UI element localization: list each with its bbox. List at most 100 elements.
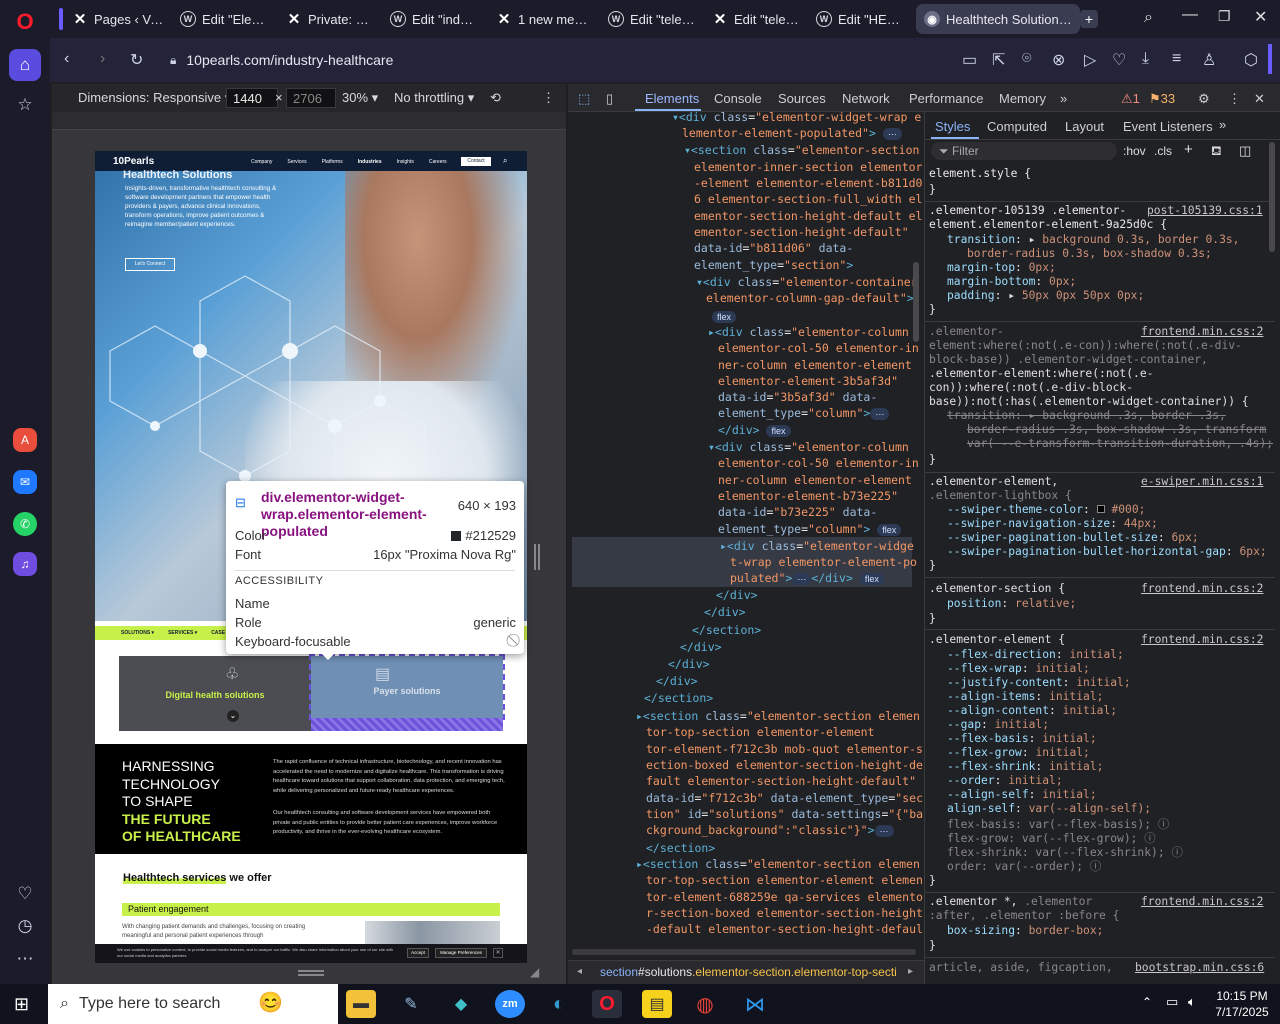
extensions-icon[interactable]: ⬡: [1244, 50, 1258, 70]
edge-icon[interactable]: ◐: [544, 990, 574, 1018]
search-tabs-icon[interactable]: ⌕: [1144, 9, 1153, 27]
minimize-button[interactable]: —: [1182, 6, 1198, 24]
tab-4[interactable]: W Edit "industry-: [382, 4, 488, 34]
history-clock-icon[interactable]: ◷: [9, 910, 41, 942]
tab-5[interactable]: ✕ 1 new message: [488, 4, 596, 34]
tab-2[interactable]: W Edit "Elementor: [172, 4, 278, 34]
contact-button[interactable]: Contact: [461, 157, 491, 166]
music-player-icon[interactable]: ♫: [13, 552, 37, 576]
cookie-close-icon[interactable]: ✕: [493, 948, 503, 958]
issues-badge[interactable]: ⚑33: [1149, 91, 1175, 107]
close-window-button[interactable]: ✕: [1254, 7, 1267, 27]
flow-icon[interactable]: ▷: [1084, 50, 1096, 70]
throttle-dropdown[interactable]: No throttling ▾: [394, 90, 474, 106]
subnav-solutions[interactable]: SOLUTIONS ▾: [121, 626, 154, 640]
nav-careers[interactable]: Careers: [429, 159, 447, 165]
new-tab-button[interactable]: +: [1080, 10, 1098, 28]
horizontal-scrollbar[interactable]: [572, 949, 916, 955]
taskbar-search[interactable]: ⌕ Type here to search: [48, 984, 338, 1024]
home-icon[interactable]: ⌂: [9, 49, 41, 81]
clock[interactable]: 10:15 PM 7/17/2025: [1214, 988, 1270, 1020]
tab-sources[interactable]: Sources: [778, 91, 826, 106]
media-query-ruler[interactable]: [52, 112, 566, 130]
share-icon[interactable]: ⇱: [992, 50, 1005, 70]
dimensions-dropdown[interactable]: Dimensions: Responsive ▾: [78, 90, 231, 106]
restore-button[interactable]: ❐: [1218, 8, 1231, 25]
tray-chevron-icon[interactable]: ⌃: [1142, 995, 1152, 1009]
nav-platforms[interactable]: Platforms: [322, 159, 343, 165]
nav-industries[interactable]: Industries: [358, 159, 382, 165]
tab-8[interactable]: W Edit "HEALTHC: [808, 4, 914, 34]
sticky-notes-icon[interactable]: ▤: [642, 990, 672, 1018]
vertical-scrollbar[interactable]: [913, 262, 919, 342]
resize-handle-right[interactable]: [534, 544, 540, 570]
chrome-icon[interactable]: ◍: [690, 990, 720, 1018]
paint-app-icon[interactable]: ✎: [396, 990, 426, 1018]
volume-icon[interactable]: 🔈︎: [1188, 994, 1196, 1010]
more-panes-icon[interactable]: »: [1219, 117, 1226, 132]
forward-icon[interactable]: ›: [100, 50, 105, 68]
site-logo[interactable]: 10Pearls: [113, 156, 154, 167]
tab-3[interactable]: ✕ Private: Elemen: [278, 4, 382, 34]
breadcrumb-left-arrow[interactable]: ◂: [577, 966, 582, 977]
bookmarks-icon[interactable]: ☆: [9, 89, 41, 121]
nav-services[interactable]: Services: [287, 159, 306, 165]
vscode-icon[interactable]: ⋈: [740, 990, 770, 1018]
rotate-icon[interactable]: ⟲: [490, 90, 501, 106]
tab-styles[interactable]: Styles: [935, 119, 970, 134]
profile-icon[interactable]: ♙: [1202, 50, 1216, 70]
reader-icon[interactable]: ▭: [962, 50, 977, 70]
hero-cta-button[interactable]: Let's Connect: [125, 258, 175, 271]
heart-icon[interactable]: ♡: [1112, 50, 1126, 70]
subnav-services[interactable]: SERVICES ▾: [168, 626, 197, 640]
tab-computed[interactable]: Computed: [987, 119, 1047, 134]
cookie-accept-button[interactable]: Accept: [407, 948, 429, 958]
device-toggle-icon[interactable]: ▯: [606, 91, 613, 107]
tab-network[interactable]: Network: [842, 91, 890, 106]
more-tabs-icon[interactable]: »: [1060, 91, 1067, 106]
network-icon[interactable]: ▭: [1166, 994, 1178, 1010]
sidebar-toggle-icon[interactable]: ◫: [1239, 143, 1251, 159]
breadcrumb-right-arrow[interactable]: ▸: [908, 966, 913, 977]
tab-1[interactable]: ✕ Pages ‹ Vartan: [64, 4, 172, 34]
warnings-badge[interactable]: ⚠1: [1121, 91, 1140, 107]
aria-icon[interactable]: A: [13, 428, 37, 452]
styles-scrollbar[interactable]: [1269, 142, 1275, 252]
tab-7[interactable]: ✕ Edit "telecomm: [704, 4, 808, 34]
new-rule-icon[interactable]: +: [1184, 141, 1193, 158]
opera-logo-icon[interactable]: O: [9, 6, 41, 38]
easy-setup-icon[interactable]: ≡: [1172, 50, 1181, 68]
adblock-icon[interactable]: ⊗: [1052, 50, 1065, 70]
card-digital-health[interactable]: ♧ Digital health solutions ⌄: [119, 656, 311, 731]
close-devtools-icon[interactable]: ✕: [1254, 91, 1265, 107]
card-payer[interactable]: ▤ Payer solutions: [309, 654, 505, 720]
width-input[interactable]: [226, 88, 278, 108]
tab-event-listeners[interactable]: Event Listeners: [1123, 119, 1213, 134]
tab-performance[interactable]: Performance: [909, 91, 983, 106]
app-diamond-icon[interactable]: ◆: [446, 990, 476, 1018]
nav-company[interactable]: Company: [251, 159, 272, 165]
breadcrumb-path[interactable]: section#solutions.elementor-section.elem…: [600, 965, 900, 979]
file-explorer-icon[interactable]: ▬: [346, 990, 376, 1018]
back-icon[interactable]: ‹: [64, 50, 69, 68]
tab-console[interactable]: Console: [714, 91, 762, 106]
tab-9-active[interactable]: ◉ Healthtech Solutions - 1: [916, 4, 1080, 34]
tab-layout[interactable]: Layout: [1065, 119, 1104, 134]
patient-engagement-bar[interactable]: Patient engagement: [122, 903, 500, 916]
cookie-manage-button[interactable]: Manage Preferences: [435, 948, 487, 958]
hov-toggle[interactable]: :hov: [1123, 144, 1146, 158]
more-options-icon[interactable]: ⋯: [9, 943, 41, 975]
site-search-icon[interactable]: ⌕: [503, 156, 507, 166]
paint-icon[interactable]: ⛾: [1211, 143, 1222, 161]
opera-taskbar-icon[interactable]: O: [592, 990, 622, 1018]
resize-corner-icon[interactable]: ◢: [530, 965, 539, 979]
cls-toggle[interactable]: .cls: [1154, 144, 1172, 158]
height-input[interactable]: [286, 88, 336, 108]
messenger-icon[interactable]: ✉: [13, 470, 37, 494]
favorites-heart-icon[interactable]: ♡: [9, 878, 41, 910]
resize-handle-bottom[interactable]: [298, 970, 324, 976]
devtools-menu-icon[interactable]: ⋮: [1228, 91, 1241, 107]
zoom-dropdown[interactable]: 30% ▾: [342, 90, 378, 106]
tab-6[interactable]: W Edit "telecomm: [600, 4, 704, 34]
camera-icon[interactable]: ⌾: [1022, 50, 1032, 68]
